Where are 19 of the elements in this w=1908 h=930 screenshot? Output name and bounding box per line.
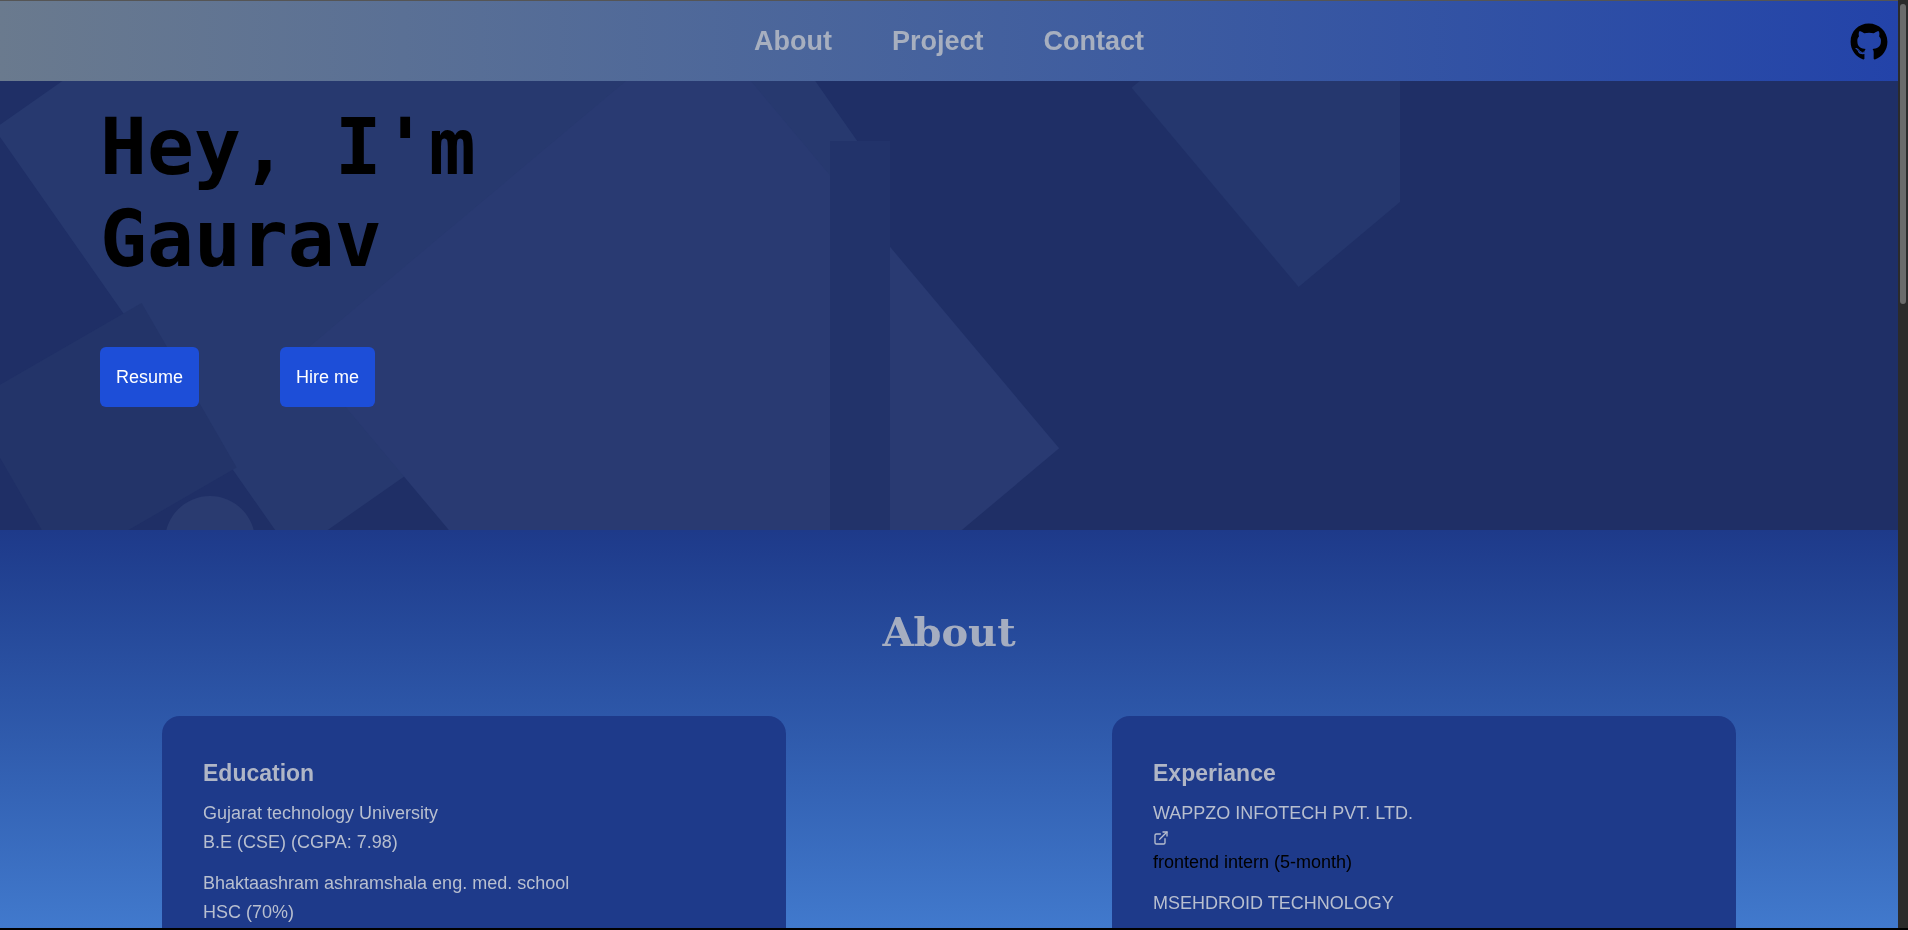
card-title: Education [203, 759, 315, 788]
hero-button[interactable]: Hire me [280, 347, 376, 407]
entry-detail: B.E (CSE) (CGPA: 7.98) [203, 830, 398, 854]
external-link-icon[interactable] [1153, 829, 1169, 846]
hero-heading: Hey, I'm Gaurav [100, 101, 476, 285]
entry-name: Gujarat technology University [203, 801, 439, 825]
nav-link[interactable]: Project [891, 20, 984, 62]
entry-name: WAPPZO INFOTECH PVT. LTD. [1153, 801, 1413, 825]
entry-name: MSEHDROID TECHNOLOGY [1153, 891, 1394, 915]
section-title: About [882, 607, 1016, 657]
entry-detail: frontend intern (5-month) [1153, 850, 1353, 874]
entry-name: Bhaktaashram ashramshala eng. med. school [203, 871, 570, 895]
hero-button[interactable]: Resume [100, 347, 200, 407]
entry-detail: HSC (70%) [203, 900, 295, 924]
github-icon[interactable] [1850, 23, 1888, 61]
scrollbar[interactable] [1898, 0, 1908, 928]
nav-link[interactable]: About [754, 20, 832, 62]
card-title: Experiance [1153, 759, 1276, 788]
nav-link[interactable]: Contact [1043, 20, 1144, 62]
